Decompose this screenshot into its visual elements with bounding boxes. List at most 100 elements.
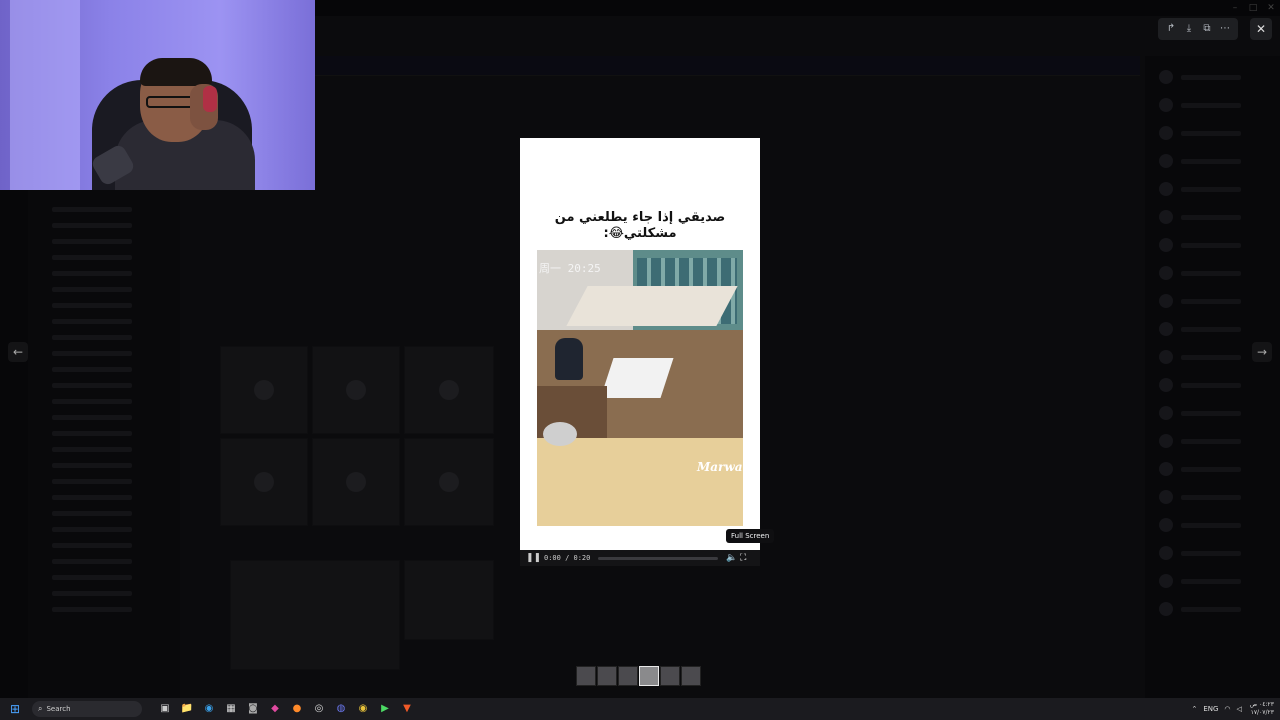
channel-item[interactable] bbox=[52, 335, 132, 340]
message-image[interactable] bbox=[312, 346, 400, 434]
member-item[interactable] bbox=[1159, 434, 1280, 448]
play-icon bbox=[439, 472, 459, 492]
previous-media-button[interactable]: ← bbox=[8, 342, 28, 362]
message-image[interactable] bbox=[220, 438, 308, 526]
background-light bbox=[10, 0, 80, 190]
discord-icon[interactable]: ◍ bbox=[330, 698, 352, 720]
member-item[interactable] bbox=[1159, 294, 1280, 308]
message-image[interactable] bbox=[220, 346, 308, 434]
brave-icon[interactable]: ▼ bbox=[396, 698, 418, 720]
open-external-icon[interactable]: ⧉ bbox=[1198, 21, 1216, 37]
pause-button[interactable]: ❚❚ bbox=[526, 553, 541, 563]
media-thumbnail[interactable] bbox=[597, 666, 617, 686]
task-view-icon[interactable]: ▣ bbox=[154, 698, 176, 720]
member-item[interactable] bbox=[1159, 98, 1280, 112]
member-item[interactable] bbox=[1159, 126, 1280, 140]
channel-item[interactable] bbox=[52, 351, 132, 356]
member-item[interactable] bbox=[1159, 518, 1280, 532]
start-button[interactable]: ⊞ bbox=[4, 698, 26, 720]
channel-item[interactable] bbox=[52, 303, 132, 308]
video-timestamp: 周一 20:25 bbox=[539, 262, 601, 275]
media-thumbnail[interactable] bbox=[618, 666, 638, 686]
channel-item[interactable] bbox=[52, 511, 132, 516]
channel-item[interactable] bbox=[52, 591, 132, 596]
member-item[interactable] bbox=[1159, 490, 1280, 504]
member-item[interactable] bbox=[1159, 602, 1280, 616]
member-item[interactable] bbox=[1159, 238, 1280, 252]
file-explorer-icon[interactable]: 📁 bbox=[176, 698, 198, 720]
channel-item[interactable] bbox=[52, 495, 132, 500]
channel-item[interactable] bbox=[52, 271, 132, 276]
message-image[interactable] bbox=[404, 560, 494, 640]
window-close-button[interactable]: ✕ bbox=[1262, 0, 1280, 16]
download-icon[interactable]: ⤓ bbox=[1180, 21, 1198, 37]
channel-item[interactable] bbox=[52, 447, 132, 452]
member-item[interactable] bbox=[1159, 210, 1280, 224]
channel-item[interactable] bbox=[52, 319, 132, 324]
video-progress-bar[interactable] bbox=[598, 556, 718, 560]
minimize-button[interactable]: – bbox=[1226, 0, 1244, 16]
message-image[interactable] bbox=[230, 560, 400, 670]
channel-item[interactable] bbox=[52, 607, 132, 612]
member-item[interactable] bbox=[1159, 406, 1280, 420]
close-viewer-button[interactable]: ✕ bbox=[1250, 18, 1272, 40]
channel-item[interactable] bbox=[52, 367, 132, 372]
obs-icon[interactable]: ◎ bbox=[308, 698, 330, 720]
member-item[interactable] bbox=[1159, 574, 1280, 588]
member-item[interactable] bbox=[1159, 546, 1280, 560]
play-icon bbox=[439, 380, 459, 400]
language-indicator[interactable]: ENG bbox=[1203, 705, 1218, 713]
channel-item[interactable] bbox=[52, 527, 132, 532]
more-icon[interactable]: ⋯ bbox=[1216, 21, 1234, 37]
channel-item[interactable] bbox=[52, 559, 132, 564]
media-thumbnail[interactable] bbox=[681, 666, 701, 686]
member-item[interactable] bbox=[1159, 266, 1280, 280]
message-image[interactable] bbox=[404, 346, 494, 434]
channel-item[interactable] bbox=[52, 431, 132, 436]
chrome-icon[interactable]: ◉ bbox=[352, 698, 374, 720]
volume-tray-icon[interactable]: ◁ bbox=[1237, 705, 1242, 713]
next-media-button[interactable]: → bbox=[1252, 342, 1272, 362]
video-person bbox=[555, 338, 583, 380]
member-item[interactable] bbox=[1159, 70, 1280, 84]
message-image[interactable] bbox=[404, 438, 494, 526]
channel-item[interactable] bbox=[52, 463, 132, 468]
channel-item[interactable] bbox=[52, 287, 132, 292]
edge-icon[interactable]: ◉ bbox=[198, 698, 220, 720]
wifi-icon[interactable]: ◠ bbox=[1224, 705, 1230, 713]
channel-item[interactable] bbox=[52, 383, 132, 388]
channel-item[interactable] bbox=[52, 399, 132, 404]
channel-item[interactable] bbox=[52, 255, 132, 260]
media-thumbnail-active[interactable] bbox=[639, 666, 659, 686]
tray-chevron-icon[interactable]: ⌃ bbox=[1191, 705, 1197, 713]
media-thumbnail[interactable] bbox=[660, 666, 680, 686]
channel-item[interactable] bbox=[52, 223, 132, 228]
app-icon[interactable]: ◆ bbox=[264, 698, 286, 720]
channel-item[interactable] bbox=[52, 415, 132, 420]
channel-item[interactable] bbox=[52, 479, 132, 484]
channel-item[interactable] bbox=[52, 207, 132, 212]
channel-item[interactable] bbox=[52, 575, 132, 580]
media-thumbnail[interactable] bbox=[576, 666, 596, 686]
maximize-button[interactable]: □ bbox=[1244, 0, 1262, 16]
fullscreen-icon[interactable]: ⛶ bbox=[740, 553, 754, 563]
member-item[interactable] bbox=[1159, 378, 1280, 392]
member-item[interactable] bbox=[1159, 322, 1280, 336]
channel-item[interactable] bbox=[52, 239, 132, 244]
member-item[interactable] bbox=[1159, 462, 1280, 476]
store-icon[interactable]: ▦ bbox=[220, 698, 242, 720]
media-player-icon[interactable]: ▶ bbox=[374, 698, 396, 720]
channel-item[interactable] bbox=[52, 543, 132, 548]
message-image[interactable] bbox=[312, 438, 400, 526]
avatar bbox=[1159, 434, 1173, 448]
share-icon[interactable]: ↱ bbox=[1162, 21, 1180, 37]
member-item[interactable] bbox=[1159, 154, 1280, 168]
camera-icon[interactable]: ◙ bbox=[242, 698, 264, 720]
fullscreen-tooltip: Full Screen bbox=[726, 529, 775, 543]
taskbar-clock[interactable]: ٠٤:٢٣ ص ١٧/٠٧/٢٣ bbox=[1250, 701, 1274, 717]
volume-icon[interactable]: 🔈 bbox=[726, 553, 740, 563]
video-frame[interactable]: 周一 20:25 Marwa bbox=[537, 250, 743, 526]
firefox-icon[interactable]: ● bbox=[286, 698, 308, 720]
taskbar-search[interactable]: ⌕ Search bbox=[32, 701, 142, 717]
member-item[interactable] bbox=[1159, 182, 1280, 196]
